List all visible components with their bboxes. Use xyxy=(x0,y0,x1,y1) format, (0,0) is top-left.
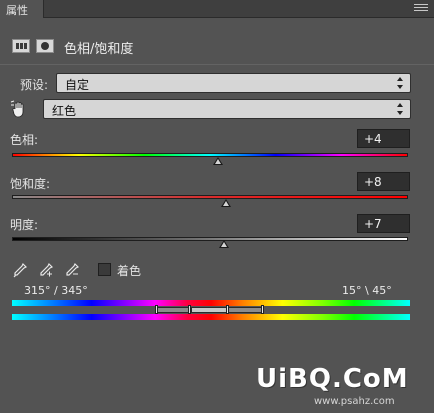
panel-menu-icon[interactable] xyxy=(414,4,428,14)
hue-slider-track[interactable] xyxy=(12,153,408,157)
panel-tab-bar: 属性 xyxy=(0,0,434,18)
saturation-value-field[interactable]: +8 xyxy=(357,172,410,191)
tab-properties[interactable]: 属性 xyxy=(0,0,44,18)
range-right-degrees: 15° \ 45° xyxy=(342,284,392,297)
channel-value: 红色 xyxy=(52,104,77,118)
eyedropper-icon[interactable] xyxy=(12,262,28,278)
hue-label: 色相: xyxy=(10,133,39,147)
color-range-bar[interactable] xyxy=(157,307,264,313)
range-left-degrees: 315° / 345° xyxy=(24,284,88,297)
saturation-slider-track[interactable] xyxy=(12,195,408,199)
preset-label: 预设: xyxy=(20,78,49,92)
input-color-spectrum xyxy=(12,300,410,306)
hue-value-field[interactable]: +4 xyxy=(357,129,410,148)
select-arrows-icon xyxy=(397,77,404,89)
targeted-adjustment-hand-icon[interactable] xyxy=(10,100,30,120)
eyedropper-plus-icon[interactable] xyxy=(38,262,54,278)
preset-value: 自定 xyxy=(65,78,90,92)
watermark-main-text: UiBQ.CoM xyxy=(256,364,409,394)
hue-slider-thumb[interactable] xyxy=(212,157,223,165)
channel-select[interactable]: 红色 xyxy=(43,99,411,119)
saturation-label: 饱和度: xyxy=(10,177,51,191)
adjustment-layer-icon[interactable] xyxy=(12,39,30,53)
output-color-spectrum xyxy=(12,314,410,320)
lightness-value-field[interactable]: +7 xyxy=(357,214,410,233)
lightness-label: 明度: xyxy=(10,218,39,232)
select-arrows-icon xyxy=(397,103,404,115)
header-divider xyxy=(0,64,434,65)
eyedropper-minus-icon[interactable] xyxy=(64,262,80,278)
color-range-center[interactable] xyxy=(191,307,229,313)
preset-select[interactable]: 自定 xyxy=(56,73,411,93)
range-falloff-right-handle[interactable] xyxy=(261,305,264,314)
watermark-logo: UiBQ.CoM www.psahz.com xyxy=(256,364,428,410)
range-end-handle[interactable] xyxy=(226,305,229,314)
panel-title: 色相/饱和度 xyxy=(64,42,134,57)
colorize-checkbox[interactable] xyxy=(98,263,111,276)
watermark-sub-text: www.psahz.com xyxy=(314,396,395,407)
range-start-handle[interactable] xyxy=(188,305,191,314)
saturation-slider-thumb[interactable] xyxy=(220,199,231,207)
range-falloff-left-handle[interactable] xyxy=(155,305,158,314)
colorize-label: 着色 xyxy=(117,264,142,278)
layer-mask-icon[interactable] xyxy=(36,39,54,53)
lightness-slider-track[interactable] xyxy=(12,237,408,241)
lightness-slider-thumb[interactable] xyxy=(218,240,229,248)
